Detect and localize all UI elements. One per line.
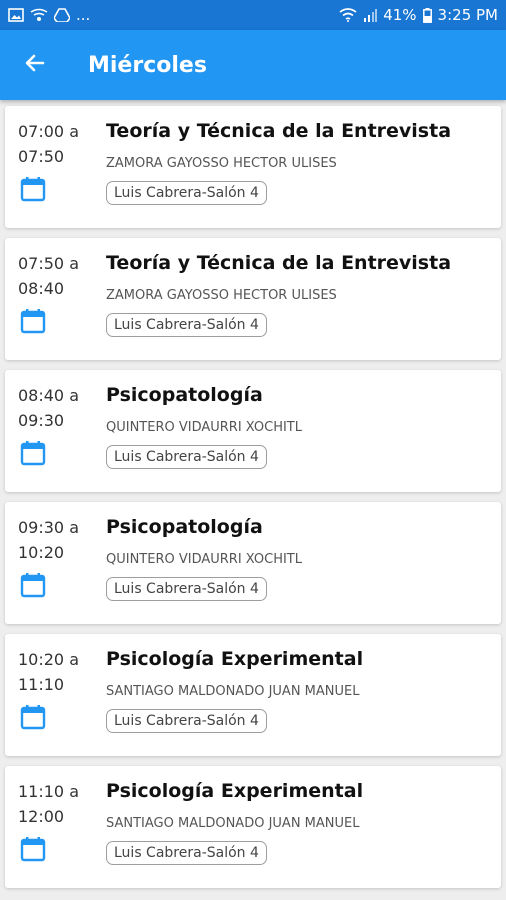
room-chip: Luis Cabrera-Salón 4 — [106, 841, 267, 865]
room-chip: Luis Cabrera-Salón 4 — [106, 445, 267, 469]
class-card[interactable]: 09:30 a 10:20 Psicopatología QUINTERO VI… — [5, 502, 501, 624]
calendar-icon[interactable] — [20, 176, 46, 202]
class-subject: Teoría y Técnica de la Entrevista — [106, 120, 452, 142]
class-time: 07:00 a 07:50 — [18, 119, 79, 169]
class-teacher: ZAMORA GAYOSSO HECTOR ULISES — [106, 288, 337, 303]
calendar-icon[interactable] — [20, 836, 46, 862]
class-time: 11:10 a 12:00 — [18, 779, 79, 829]
arrow-left-icon — [23, 51, 47, 80]
schedule-list[interactable]: 07:00 a 07:50 Teoría y Técnica de la Ent… — [0, 100, 506, 900]
battery-percent: 41% — [383, 6, 417, 24]
status-bar: ... 41% 3:25 PM — [0, 0, 506, 30]
class-card[interactable]: 08:40 a 09:30 Psicopatología QUINTERO VI… — [5, 370, 501, 492]
calendar-icon[interactable] — [20, 704, 46, 730]
class-time: 10:20 a 11:10 — [18, 647, 79, 697]
class-teacher: SANTIAGO MALDONADO JUAN MANUEL — [106, 816, 360, 831]
class-card[interactable]: 07:00 a 07:50 Teoría y Técnica de la Ent… — [5, 106, 501, 228]
room-chip: Luis Cabrera-Salón 4 — [106, 313, 267, 337]
page-title: Miércoles — [88, 52, 207, 78]
wifi-icon — [339, 8, 357, 22]
class-start: 07:50 a — [18, 254, 79, 273]
class-start: 07:00 a — [18, 122, 79, 141]
class-subject: Teoría y Técnica de la Entrevista — [106, 252, 452, 274]
class-end: 09:30 — [18, 411, 65, 430]
class-end: 07:50 — [18, 147, 65, 166]
class-teacher: ZAMORA GAYOSSO HECTOR ULISES — [106, 156, 337, 171]
class-start: 09:30 a — [18, 518, 79, 537]
drive-icon — [54, 8, 70, 22]
class-end: 11:10 — [18, 675, 65, 694]
status-ellipsis: ... — [76, 6, 91, 24]
class-end: 10:20 — [18, 543, 65, 562]
class-card[interactable]: 11:10 a 12:00 Psicología Experimental SA… — [5, 766, 501, 888]
status-left: ... — [8, 6, 90, 24]
calendar-icon[interactable] — [20, 308, 46, 334]
calendar-icon[interactable] — [20, 440, 46, 466]
class-card[interactable]: 07:50 a 08:40 Teoría y Técnica de la Ent… — [5, 238, 501, 360]
signal-icon — [363, 8, 378, 22]
image-icon — [8, 8, 24, 22]
class-subject: Psicología Experimental — [106, 780, 364, 802]
class-time: 09:30 a 10:20 — [18, 515, 79, 565]
battery-icon — [422, 7, 432, 23]
class-subject: Psicología Experimental — [106, 648, 364, 670]
class-subject: Psicopatología — [106, 384, 263, 406]
class-time: 08:40 a 09:30 — [18, 383, 79, 433]
class-start: 08:40 a — [18, 386, 79, 405]
class-subject: Psicopatología — [106, 516, 263, 538]
room-chip: Luis Cabrera-Salón 4 — [106, 181, 267, 205]
app-bar: Miércoles — [0, 30, 506, 100]
cast-icon — [30, 8, 48, 22]
class-end: 12:00 — [18, 807, 65, 826]
status-time: 3:25 PM — [437, 6, 498, 24]
status-right: 41% 3:25 PM — [339, 6, 498, 24]
room-chip: Luis Cabrera-Salón 4 — [106, 577, 267, 601]
class-end: 08:40 — [18, 279, 65, 298]
room-chip: Luis Cabrera-Salón 4 — [106, 709, 267, 733]
class-start: 11:10 a — [18, 782, 79, 801]
calendar-icon[interactable] — [20, 572, 46, 598]
class-start: 10:20 a — [18, 650, 79, 669]
class-teacher: QUINTERO VIDAURRI XOCHITL — [106, 420, 302, 435]
class-card[interactable]: 10:20 a 11:10 Psicología Experimental SA… — [5, 634, 501, 756]
back-button[interactable] — [0, 30, 70, 100]
class-time: 07:50 a 08:40 — [18, 251, 79, 301]
class-teacher: QUINTERO VIDAURRI XOCHITL — [106, 552, 302, 567]
class-teacher: SANTIAGO MALDONADO JUAN MANUEL — [106, 684, 360, 699]
